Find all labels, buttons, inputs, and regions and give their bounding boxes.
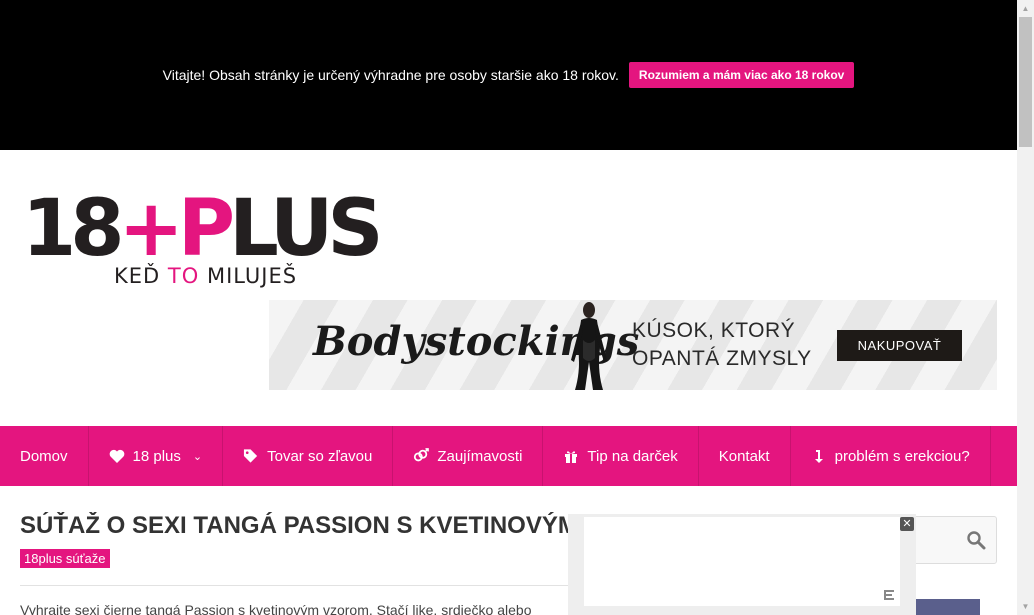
logo-tagline-part-2: MILUJEŠ <box>206 264 298 288</box>
post-category-badge[interactable]: 18plus súťaže <box>20 549 110 568</box>
page: Vitajte! Obsah stránky je určený výhradn… <box>0 0 1034 615</box>
ad-info-icon[interactable] <box>881 589 895 601</box>
age-notice-bar: Vitajte! Obsah stránky je určený výhradn… <box>0 0 1017 150</box>
gender-icon <box>413 448 430 464</box>
banner-headline: KÚSOK, KTORÝ OPANTÁ ZMYSLY <box>632 317 812 373</box>
nav-item-label: Tip na darček <box>587 447 678 465</box>
nav-item-kontakt[interactable]: Kontakt <box>699 426 791 486</box>
advert-banner[interactable]: Bodystockings KÚSOK, KTORÝ OPANTÁ ZMYSLY… <box>269 300 997 390</box>
nav-item-label: 18 plus <box>132 447 181 465</box>
logo-tagline: KEĎ TO MILUJEŠ <box>114 264 297 288</box>
scrollbar-thumb[interactable] <box>1019 17 1032 147</box>
nav-item-zaujimavosti[interactable]: Zaujímavosti <box>393 426 544 486</box>
floating-ad-overlay[interactable] <box>568 514 916 615</box>
tags-icon <box>243 448 259 464</box>
post-excerpt: Vyhrajte sexi čierne tangá Passion s kve… <box>20 602 532 615</box>
logo-part-plus: +P <box>118 184 236 274</box>
logo-wordmark: 18+PLUS <box>22 190 384 268</box>
logo-part-18: 18 <box>22 184 125 274</box>
nav-item-label: Zaujímavosti <box>437 447 523 465</box>
nav-item-problem-s-erekciou[interactable]: problém s erekciou? <box>791 426 991 486</box>
nav-item-18plus[interactable]: 18 plus ⌄ <box>89 426 224 486</box>
banner-model-image <box>571 302 607 390</box>
nav-item-tovar-so-zlavou[interactable]: Tovar so zľavou <box>223 426 394 486</box>
site-logo[interactable]: 18+PLUS KEĎ TO MILUJEŠ <box>22 190 384 290</box>
logo-part-lus: LUS <box>229 184 383 274</box>
divider <box>20 585 568 586</box>
nav-item-label: Tovar so zľavou <box>267 447 373 465</box>
chevron-down-icon: ⌄ <box>192 450 203 463</box>
main-navigation: Domov 18 plus ⌄ Tovar so zľavou Zaujímav… <box>0 426 1017 486</box>
gift-icon <box>563 448 579 464</box>
post-title[interactable]: SÚŤAŽ O SEXI TANGÁ PASSION S KVETINOVÝM <box>20 512 568 540</box>
arrow-down-icon <box>811 448 827 464</box>
banner-headline-line-2: OPANTÁ ZMYSLY <box>632 347 812 370</box>
floating-ad-content[interactable] <box>584 517 900 606</box>
nav-item-label: Domov <box>20 447 68 465</box>
close-icon[interactable]: ✕ <box>900 517 914 531</box>
scroll-down-icon[interactable]: ▼ <box>1017 598 1034 615</box>
logo-tagline-part-pink: TO <box>167 264 200 288</box>
logo-tagline-part-1: KEĎ <box>114 264 161 288</box>
scroll-up-icon[interactable]: ▲ <box>1017 0 1034 17</box>
sidebar-widget <box>916 599 980 615</box>
nav-item-domov[interactable]: Domov <box>0 426 89 486</box>
nav-item-label: Kontakt <box>718 447 770 465</box>
search-icon[interactable] <box>966 530 986 550</box>
heart-icon <box>109 448 125 464</box>
banner-headline-line-1: KÚSOK, KTORÝ <box>632 319 796 342</box>
nav-item-label: problém s erekciou? <box>834 447 970 465</box>
age-notice-text: Vitajte! Obsah stránky je určený výhradn… <box>162 67 619 83</box>
vertical-scrollbar[interactable]: ▲ ▼ <box>1017 0 1034 615</box>
banner-shop-button[interactable]: NAKUPOVAŤ <box>837 330 962 361</box>
age-confirm-button[interactable]: Rozumiem a mám viac ako 18 rokov <box>628 62 855 88</box>
nav-item-tip-na-darcek[interactable]: Tip na darček <box>543 426 699 486</box>
